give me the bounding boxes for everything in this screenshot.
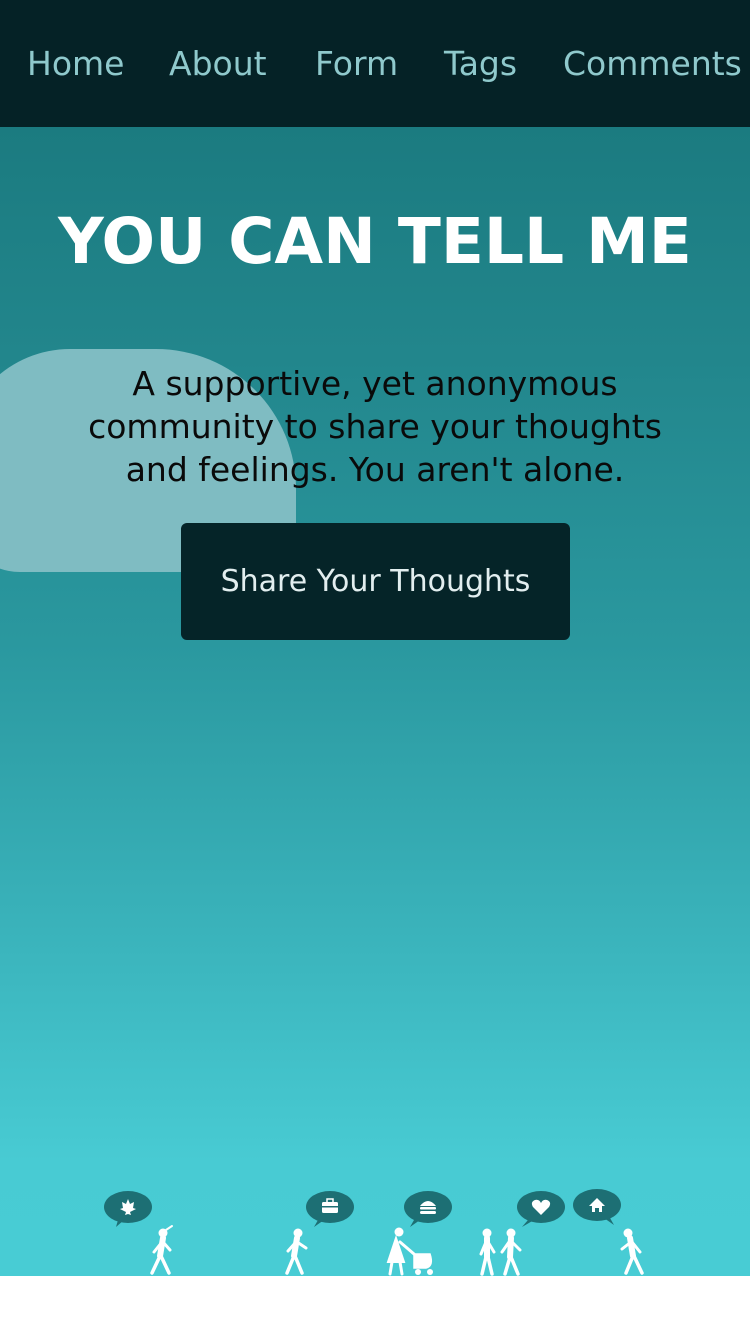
ground (0, 1276, 750, 1334)
hero-tagline: A supportive, yet anonymous community to… (88, 364, 662, 489)
nav-form-link[interactable]: Form (315, 44, 398, 83)
hero-section: YOU CAN TELL ME A supportive, yet anonym… (0, 127, 750, 1276)
person-figure (620, 1228, 644, 1275)
person-with-stroller-figure (386, 1227, 433, 1276)
page-title: YOU CAN TELL ME (58, 205, 692, 278)
people-illustration (104, 1189, 644, 1276)
nav-comments-link[interactable]: Comments (563, 44, 742, 83)
couple-figure (479, 1228, 522, 1276)
home-icon (573, 1189, 621, 1225)
nav-tags-link[interactable]: Tags (444, 44, 517, 83)
person-figure (285, 1228, 308, 1275)
person-figure (150, 1225, 173, 1275)
maple-leaf-icon (104, 1191, 152, 1227)
heart-icon (517, 1191, 565, 1227)
top-nav: Home About Form Tags Comments (0, 0, 750, 127)
nav-about-link[interactable]: About (169, 44, 267, 83)
briefcase-icon (306, 1191, 354, 1227)
nav-home-link[interactable]: Home (27, 44, 124, 83)
burger-icon (404, 1191, 452, 1227)
share-thoughts-button[interactable]: Share Your Thoughts (181, 523, 570, 640)
